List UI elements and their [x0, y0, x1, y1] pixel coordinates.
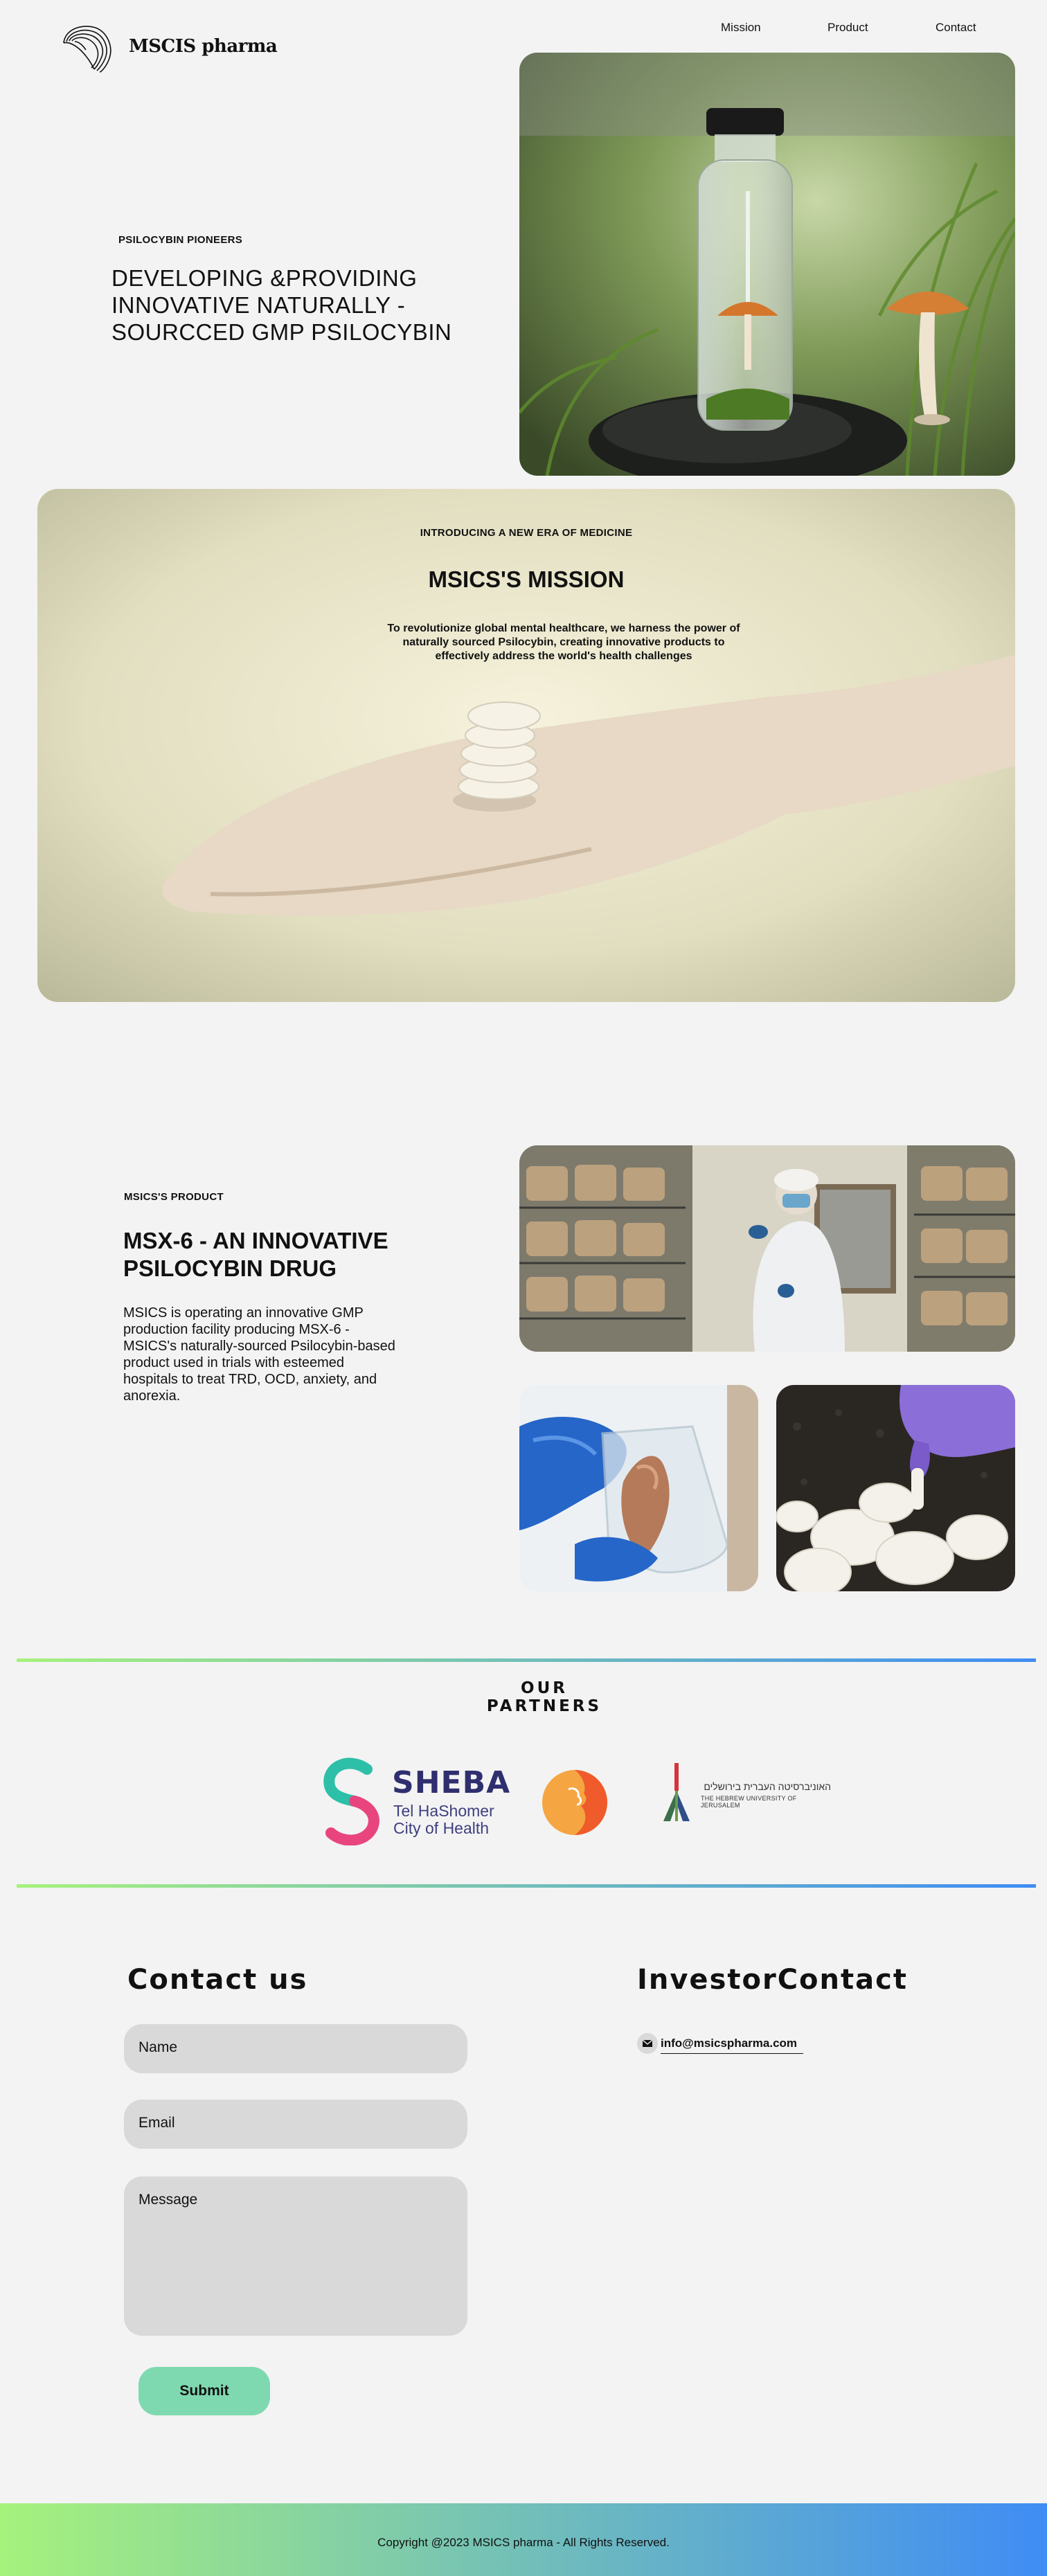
envelope-icon [637, 2033, 658, 2054]
mission-section: INTRODUCING A NEW ERA OF MEDICINE MSICS'… [37, 489, 1015, 1002]
partners-bottom-divider [17, 1884, 1036, 1888]
mission-body: To revolutionize global mental healthcar… [387, 623, 740, 662]
product-title: MSX-6 - AN INNOVATIVE PSILOCYBIN DRUG [123, 1228, 388, 1281]
hero-image-mushroom-bottle [519, 53, 1015, 476]
partner-face-logo[interactable] [541, 1769, 609, 1836]
product-eyebrow: MSICS'S PRODUCT [124, 1191, 224, 1203]
hero-eyebrow: PSILOCYBIN PIONEERS [118, 234, 243, 246]
footer: Copyright @2023 MSICS pharma - All Right… [0, 2503, 1047, 2576]
email-underline [661, 2053, 803, 2054]
sheba-s-icon [323, 1757, 379, 1845]
investor-contact-heading: InvestorContact [637, 1964, 908, 1996]
partners-title-line2: PARTNERS [486, 1697, 602, 1715]
mission-eyebrow: INTRODUCING A NEW ERA OF MEDICINE [420, 527, 633, 539]
huji-hebrew-name: האוניברסיטה העברית בירושלים [704, 1781, 831, 1792]
partners-title: OUR PARTNERS [0, 1679, 1047, 1715]
huji-emblem-icon [663, 1763, 690, 1821]
nav-product[interactable]: Product [827, 21, 868, 35]
contact-heading: Contact us [127, 1964, 308, 1996]
nav-mission[interactable]: Mission [721, 21, 761, 35]
lab-worker-image [519, 1145, 1015, 1352]
product-description: MSICS is operating an innovative GMP pro… [123, 1305, 395, 1404]
footer-copyright: Copyright @2023 MSICS pharma - All Right… [377, 2536, 670, 2549]
nav-contact[interactable]: Contact [936, 21, 976, 35]
brand-name[interactable]: MSCIS pharma [129, 36, 278, 57]
mission-title: MSICS'S MISSION [428, 566, 625, 592]
partners-title-line1: OUR [521, 1679, 568, 1697]
sheba-subtitle-1: Tel HaShomer [393, 1802, 494, 1820]
sheba-subtitle-2: City of Health [393, 1819, 490, 1837]
investor-email-text: info@msicspharma.com [661, 2037, 798, 2050]
submit-button[interactable]: Submit [138, 2367, 270, 2415]
gloved-hand-mushrooms-image [776, 1385, 1015, 1591]
logo-icon[interactable] [61, 22, 115, 73]
message-field[interactable]: Message [124, 2176, 467, 2336]
email-field[interactable]: Email [124, 2100, 467, 2149]
sheba-name: SHEBA [392, 1765, 511, 1800]
gloved-hand-beaker-image [519, 1385, 758, 1591]
huji-logo[interactable]: האוניברסיטה העברית בירושלים THE HEBREW U… [662, 1763, 835, 1825]
huji-english-name: THE HEBREW UNIVERSITY OF JERUSALEM [701, 1795, 797, 1809]
name-field[interactable]: Name [124, 2024, 467, 2073]
hero-title: DEVELOPING &PROVIDING INNOVATIVE NATURAL… [111, 265, 452, 345]
partners-top-divider [17, 1658, 1036, 1662]
sheba-logo[interactable]: SHEBA Tel HaShomer City of Health [320, 1755, 510, 1845]
